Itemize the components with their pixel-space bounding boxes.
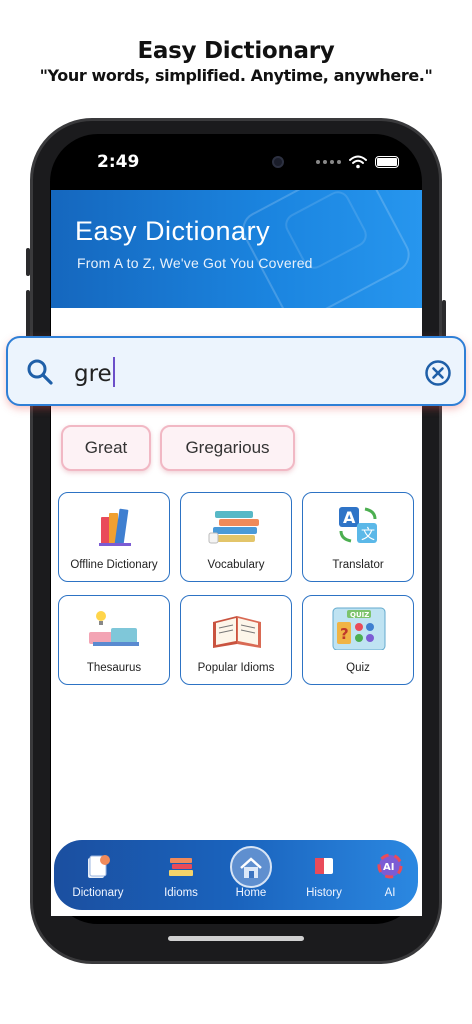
feature-card-translator[interactable]: A 文 Translator	[302, 492, 414, 582]
feature-card-label: Thesaurus	[86, 662, 142, 674]
camera-icon	[272, 156, 284, 168]
nav-item-history[interactable]: History	[288, 840, 360, 910]
app-title: Easy Dictionary	[75, 216, 271, 246]
search-input-value[interactable]: gre	[74, 361, 112, 387]
nav-item-dictionary[interactable]: Dictionary	[62, 840, 134, 910]
svg-text:QUIZ: QUIZ	[350, 611, 369, 619]
ai-icon: AI	[377, 853, 403, 879]
quiz-icon: QUIZ ?	[332, 607, 386, 650]
feature-card-popular-idioms[interactable]: Popular Idioms	[180, 595, 292, 685]
feature-card-offline-dictionary[interactable]: Offline Dictionary	[58, 492, 170, 582]
search-input[interactable]: gre	[74, 357, 115, 387]
feature-card-label: Offline Dictionary	[70, 559, 158, 571]
wifi-icon	[349, 155, 367, 169]
status-icons	[316, 154, 399, 170]
feature-card-vocabulary[interactable]: Vocabulary	[180, 492, 292, 582]
dictionary-icon	[88, 855, 110, 878]
suggestion-chip[interactable]: Gregarious	[160, 425, 295, 471]
nav-label: Home	[235, 887, 267, 899]
books-icon	[99, 508, 131, 546]
promo-subtitle: "Your words, simplified. Anytime, anywhe…	[39, 66, 433, 85]
feature-card-label: Translator	[332, 559, 384, 571]
suggestion-chip[interactable]: Great	[61, 425, 151, 471]
search-icon[interactable]	[26, 358, 54, 386]
translate-icon: A 文	[339, 507, 377, 543]
feature-card-label: Popular Idioms	[197, 662, 275, 674]
phone-volume-up	[26, 290, 30, 340]
dynamic-island	[196, 144, 318, 180]
history-icon	[315, 858, 333, 874]
home-indicator[interactable]	[168, 936, 304, 941]
nav-label: Idioms	[164, 887, 198, 899]
battery-icon	[375, 156, 399, 168]
svg-text:A: A	[343, 508, 356, 527]
feature-card-label: Quiz	[346, 662, 370, 674]
feature-card-quiz[interactable]: QUIZ ? Quiz	[302, 595, 414, 685]
thesaurus-icon	[89, 611, 139, 646]
nav-item-ai[interactable]: AI AI	[360, 840, 420, 910]
nav-label: Dictionary	[72, 887, 124, 899]
app-header: Easy Dictionary From A to Z, We've Got Y…	[51, 190, 422, 308]
nav-item-idioms[interactable]: Idioms	[146, 840, 216, 910]
search-bar[interactable]: gre	[6, 336, 466, 406]
nav-label: History	[306, 887, 342, 899]
app-tagline: From A to Z, We've Got You Covered	[77, 255, 313, 271]
svg-text:AI: AI	[383, 862, 394, 873]
cellular-dots-icon	[316, 160, 341, 164]
phone-side-button	[26, 248, 30, 276]
nav-item-home[interactable]: Home	[216, 840, 286, 910]
idioms-icon	[169, 858, 193, 876]
feature-card-label: Vocabulary	[207, 559, 265, 571]
open-book-icon	[213, 616, 261, 648]
feature-card-thesaurus[interactable]: Thesaurus	[58, 595, 170, 685]
home-icon	[240, 857, 262, 878]
status-time: 2:49	[97, 152, 140, 172]
close-circle-icon[interactable]	[424, 359, 452, 387]
promo-title: Easy Dictionary	[137, 38, 335, 64]
bottom-navigation: Dictionary Idioms Home History AI AI	[54, 840, 418, 910]
book-stack-icon	[208, 511, 259, 544]
text-caret	[112, 357, 115, 387]
svg-text:?: ?	[340, 625, 349, 643]
svg-text:文: 文	[361, 527, 375, 543]
nav-label: AI	[384, 887, 396, 899]
